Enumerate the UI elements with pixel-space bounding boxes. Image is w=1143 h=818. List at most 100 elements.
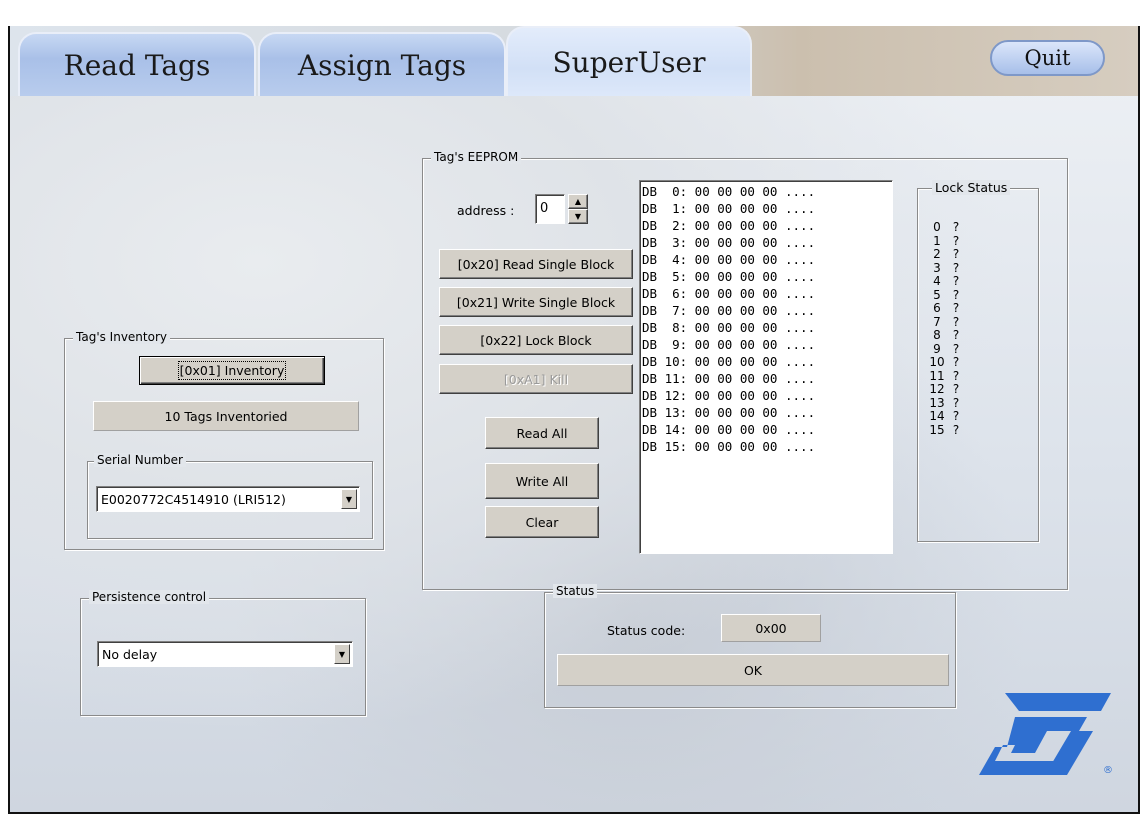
eeprom-block-row: DB 12: 00 00 00 00 .... [642, 388, 816, 403]
lock-state: ? [952, 233, 960, 248]
eeprom-group-label: Tag's EEPROM [431, 150, 522, 164]
block-number: 0 [933, 220, 941, 234]
lock-status-label: Lock Status [932, 180, 1011, 195]
block-number: 7 [933, 314, 941, 329]
block-number: 5 [933, 287, 941, 302]
block-number: 6 [933, 301, 941, 315]
lock-status-row: 15? [926, 422, 964, 438]
inventory-group-label: Tag's Inventory [73, 330, 170, 344]
eeprom-block-row: DB 2: 00 00 00 00 .... [642, 218, 816, 233]
eeprom-block-row: DB 14: 00 00 00 00 .... [642, 422, 816, 437]
lock-status-row: 0? [926, 220, 964, 235]
tab-bar: Read Tags Assign Tags SuperUser Quit [10, 26, 1138, 96]
lock-status-row: 12? [926, 382, 964, 397]
lock-state: ? [952, 382, 960, 396]
eeprom-block-row: DB 9: 00 00 00 00 .... [642, 337, 816, 352]
persistence-group: Persistence control No delay ▼ [80, 590, 366, 716]
inventory-count: 10 Tags Inventoried [93, 401, 359, 431]
status-code-value: 0x00 [721, 614, 821, 642]
eeprom-block-row: DB 15: 00 00 00 00 .... [642, 439, 816, 454]
lock-status-row: 11? [926, 368, 964, 384]
block-number: 8 [933, 328, 941, 342]
chevron-down-icon[interactable]: ▼ [341, 489, 357, 509]
serial-number-value: E0020772C4514910 (LRI512) [101, 491, 286, 507]
serial-number-select[interactable]: E0020772C4514910 (LRI512) ▼ [96, 486, 360, 512]
inventory-button-label: [0x01] Inventory [177, 361, 287, 380]
inventory-button[interactable]: [0x01] Inventory [139, 356, 325, 385]
st-logo: ® [979, 693, 1113, 776]
lock-status-row: 4? [926, 274, 964, 289]
lock-status-row: 5? [926, 287, 964, 303]
lock-state: ? [952, 422, 960, 437]
write-single-block-button[interactable]: [0x21] Write Single Block [439, 287, 633, 317]
address-label: address : [457, 203, 515, 218]
lock-block-button[interactable]: [0x22] Lock Block [439, 325, 633, 355]
eeprom-block-row: DB 7: 00 00 00 00 .... [642, 303, 816, 318]
block-number: 9 [933, 341, 941, 356]
read-single-block-button[interactable]: [0x20] Read Single Block [439, 249, 633, 279]
tab-superuser[interactable]: SuperUser [506, 26, 752, 96]
lock-state: ? [952, 355, 960, 369]
lock-status-row: 14? [926, 409, 964, 424]
block-number: 1 [933, 233, 941, 248]
lock-status-row: 9? [926, 341, 964, 357]
lock-status-row: 3? [926, 260, 964, 276]
lock-status-row: 7? [926, 314, 964, 330]
lock-state: ? [952, 395, 960, 410]
tab-read-tags[interactable]: Read Tags [18, 32, 256, 96]
status-group-label: Status [553, 584, 598, 598]
top-strip [8, 0, 1140, 24]
eeprom-blocks: DB 0: 00 00 00 00 .... DB 1: 00 00 00 00 … [642, 183, 892, 455]
tab-assign-tags[interactable]: Assign Tags [258, 32, 506, 96]
lock-state: ? [952, 274, 960, 288]
eeprom-block-row: DB 1: 00 00 00 00 .... [642, 201, 816, 216]
address-value: 0 [540, 201, 549, 216]
spin-down-icon[interactable]: ▼ [568, 209, 588, 224]
write-all-button[interactable]: Write All [485, 463, 599, 499]
block-number: 14 [929, 409, 945, 423]
eeprom-block-row: DB 5: 00 00 00 00 .... [642, 269, 816, 284]
eeprom-data-list[interactable]: DB 0: 00 00 00 00 .... DB 1: 00 00 00 00 … [639, 180, 893, 554]
eeprom-block-row: DB 4: 00 00 00 00 .... [642, 252, 816, 267]
address-input[interactable]: 0 [535, 194, 565, 224]
lock-status-group: Lock Status 0? 1? 2? 3? 4? 5? 6? 7? 8? 9? 10? 11? 12… [917, 180, 1039, 542]
persistence-select[interactable]: No delay ▼ [97, 641, 353, 667]
lock-status-row: 2? [926, 247, 964, 262]
lock-status-row: 13? [926, 395, 964, 411]
persistence-group-label: Persistence control [89, 590, 210, 604]
app-window: Read Tags Assign Tags SuperUser Quit Tag… [10, 26, 1138, 812]
quit-button[interactable]: Quit [990, 40, 1105, 76]
read-all-button[interactable]: Read All [485, 417, 599, 449]
lock-state: ? [952, 328, 960, 342]
spin-up-icon[interactable]: ▲ [568, 194, 588, 209]
eeprom-block-row: DB 6: 00 00 00 00 .... [642, 286, 816, 301]
kill-button[interactable]: [0xA1] Kill [439, 364, 633, 394]
serial-number-group: Serial Number E0020772C4514910 (LRI512) … [87, 453, 373, 539]
lock-state: ? [952, 368, 960, 383]
eeprom-block-row: DB 0: 00 00 00 00 .... [642, 184, 816, 199]
registered-mark: ® [1103, 765, 1113, 776]
clear-button[interactable]: Clear [485, 506, 599, 538]
status-code-label: Status code: [607, 623, 686, 638]
status-message: OK [557, 654, 949, 686]
status-group: Status Status code: 0x00 OK [544, 584, 956, 708]
eeprom-block-row: DB 3: 00 00 00 00 .... [642, 235, 816, 250]
eeprom-group: Tag's EEPROM address : 0 ▲ ▼ [0x20] Read… [422, 150, 1068, 590]
lock-state: ? [952, 314, 960, 329]
lock-status-row: 6? [926, 301, 964, 316]
persistence-value: No delay [102, 646, 158, 662]
chevron-down-icon[interactable]: ▼ [334, 644, 350, 664]
block-number: 13 [929, 395, 945, 410]
lock-status-list: 0? 1? 2? 3? 4? 5? 6? 7? 8? 9? 10? 11? 12? 13? 14? 15? [926, 220, 964, 438]
address-spinner[interactable]: ▲ ▼ [568, 194, 588, 224]
serial-number-label: Serial Number [94, 453, 186, 467]
lock-state: ? [952, 301, 960, 315]
block-number: 4 [933, 274, 941, 288]
lock-state: ? [952, 260, 960, 275]
eeprom-block-row: DB 10: 00 00 00 00 .... [642, 354, 816, 369]
block-number: 15 [929, 422, 945, 437]
eeprom-block-row: DB 8: 00 00 00 00 .... [642, 320, 816, 335]
lock-state: ? [952, 220, 960, 234]
lock-status-row: 1? [926, 233, 964, 249]
eeprom-block-row: DB 13: 00 00 00 00 .... [642, 405, 816, 420]
